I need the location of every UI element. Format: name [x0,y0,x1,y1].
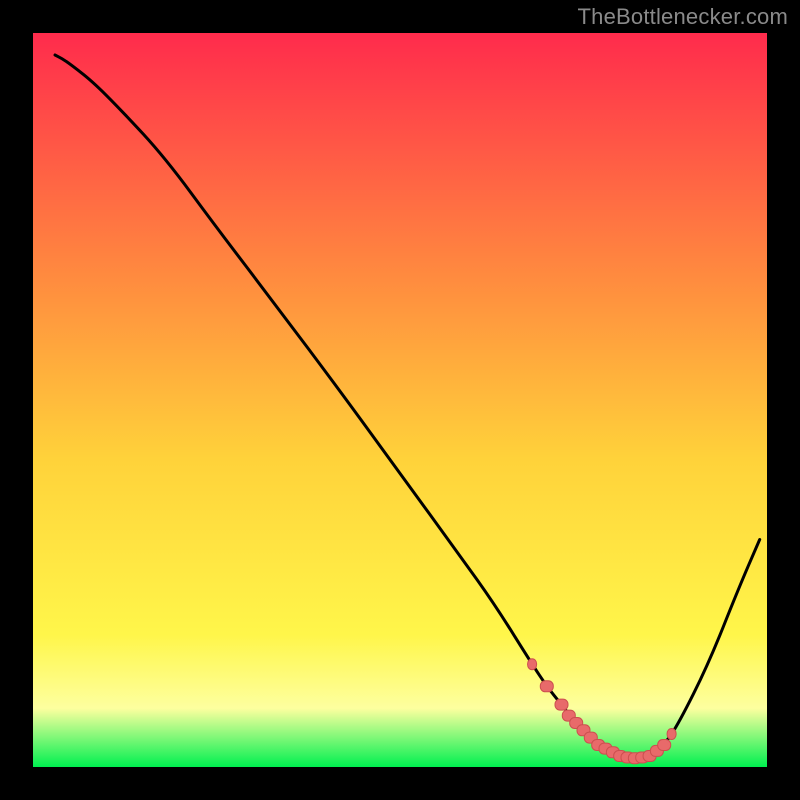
marker-dot [667,729,676,740]
marker-dot [658,740,671,751]
plot-svg [0,0,800,800]
plot-area [33,33,767,767]
marker-dot [555,699,568,710]
marker-dot [528,659,537,670]
attribution-text: TheBottlenecker.com [578,4,788,30]
marker-dot [540,681,553,692]
chart-frame: { "attribution": "TheBottlenecker.com", … [0,0,800,800]
